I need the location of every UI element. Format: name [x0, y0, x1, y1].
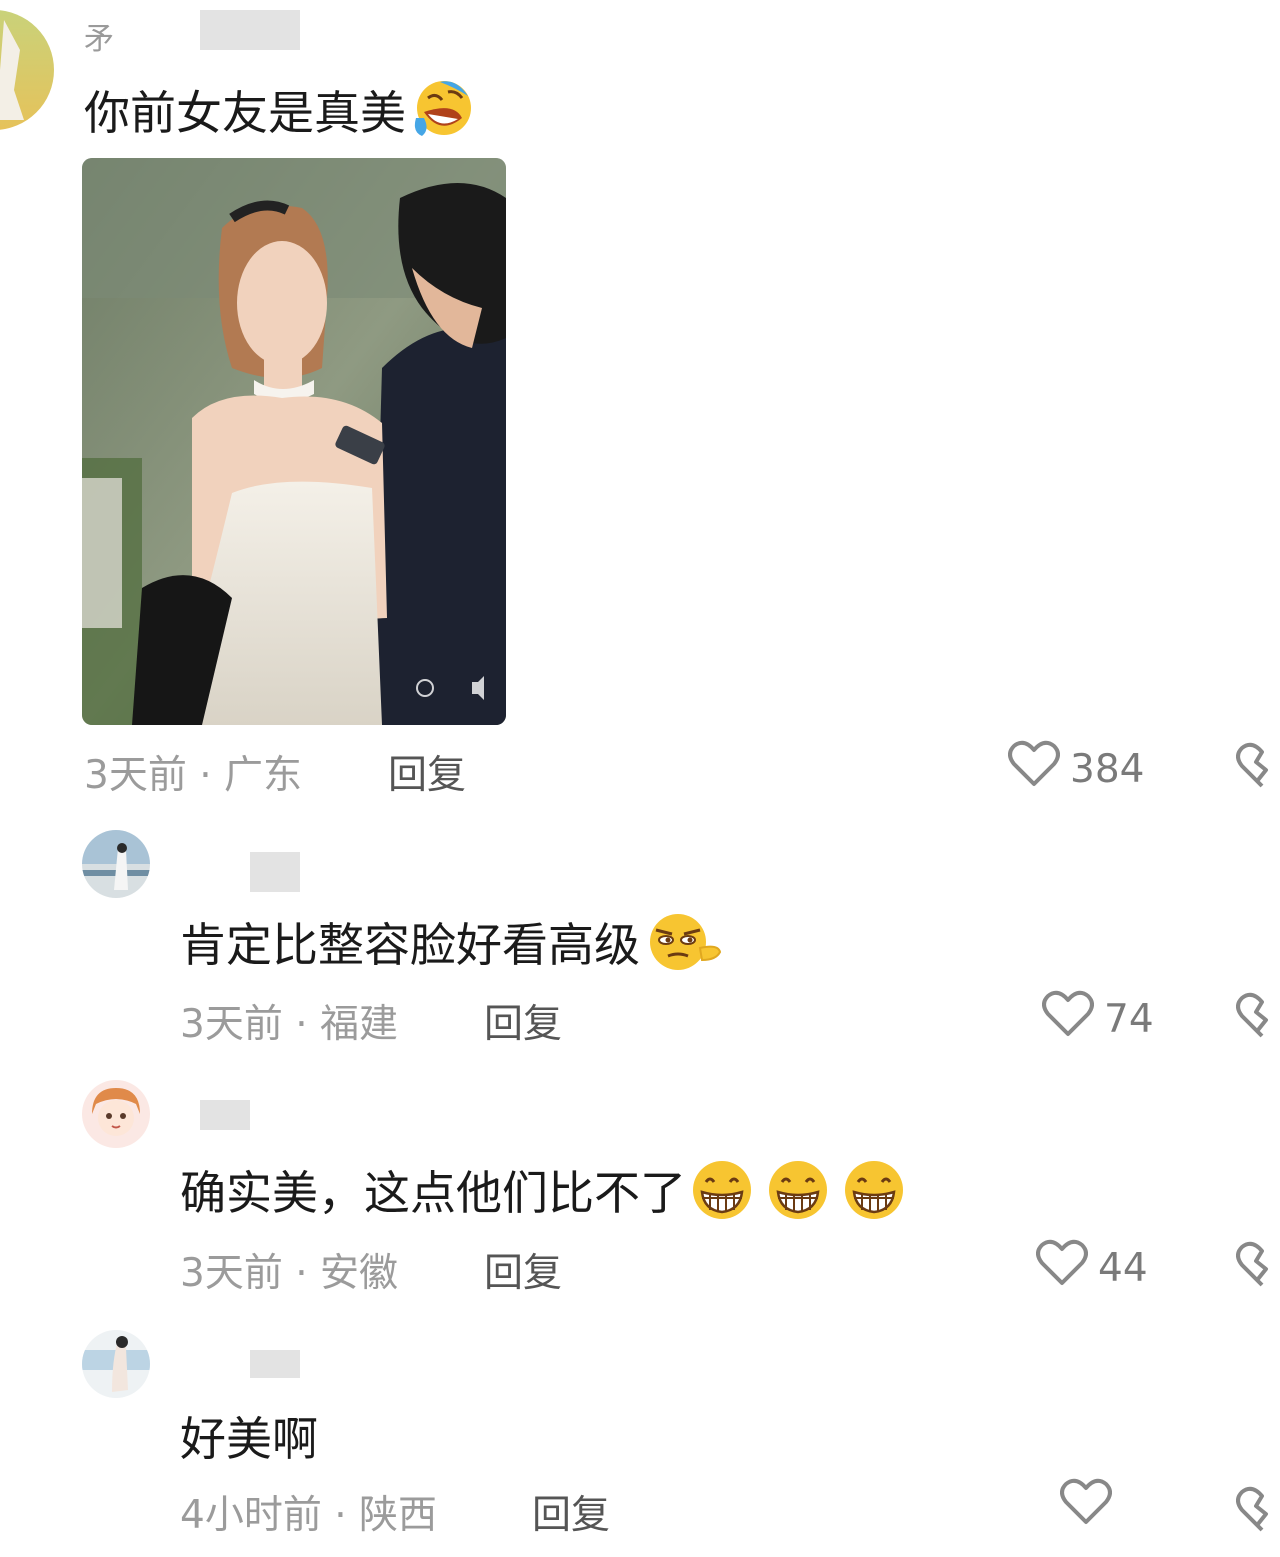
comment-meta: 3天前 · 广东 [84, 753, 303, 798]
comment-text: 确实美，这点他们比不了 [180, 1158, 906, 1222]
grin-emoji [766, 1158, 830, 1222]
laugh-cry-emoji [410, 78, 474, 142]
avatar[interactable] [82, 830, 150, 898]
comment-text: 你前女友是真美 [84, 78, 474, 142]
dislike-button[interactable] [1236, 1239, 1280, 1293]
username-mask [200, 1100, 250, 1130]
reply-button[interactable]: 回复 [532, 1484, 610, 1540]
avatar[interactable] [0, 10, 54, 130]
broken-heart-icon [1236, 1486, 1268, 1532]
comment-text: 肯定比整容脸好看高级 [180, 910, 722, 974]
like-button[interactable]: 384 [1008, 740, 1144, 798]
broken-heart-icon [1236, 992, 1268, 1038]
reply-button[interactable]: 回复 [388, 744, 466, 800]
heart-icon [1008, 740, 1060, 798]
heart-icon [1042, 990, 1094, 1048]
like-button[interactable]: 74 [1042, 990, 1154, 1048]
dislike-button[interactable] [1236, 990, 1280, 1044]
like-button[interactable] [1060, 1478, 1122, 1536]
grin-emoji [842, 1158, 906, 1222]
dislike-button[interactable] [1236, 1484, 1280, 1538]
grin-emoji [690, 1158, 754, 1222]
like-count: 384 [1070, 746, 1145, 792]
reply-button[interactable]: 回复 [484, 993, 562, 1049]
dislike-button[interactable] [1236, 740, 1280, 794]
heart-icon [1036, 1239, 1088, 1297]
heart-icon [1060, 1478, 1112, 1536]
reply-button[interactable]: 回复 [484, 1242, 562, 1298]
username[interactable]: 矛 [84, 14, 114, 58]
avatar[interactable] [82, 1080, 150, 1148]
like-count: 74 [1104, 996, 1154, 1042]
username-mask [200, 10, 300, 50]
broken-heart-icon [1236, 742, 1268, 788]
broken-heart-icon [1236, 1241, 1268, 1287]
comment-text: 好美啊 [180, 1412, 318, 1466]
smirk-emoji [644, 910, 722, 974]
attached-photo[interactable] [82, 158, 506, 725]
username-mask [250, 1350, 300, 1378]
comment-meta: 4小时前 · 陕西 [180, 1493, 438, 1538]
comment-meta: 3天前 · 安徽 [180, 1251, 399, 1296]
like-button[interactable]: 44 [1036, 1239, 1148, 1297]
like-count: 44 [1098, 1245, 1148, 1291]
comment-meta: 3天前 · 福建 [180, 1002, 399, 1047]
avatar[interactable] [82, 1330, 150, 1398]
username-mask [250, 852, 300, 892]
